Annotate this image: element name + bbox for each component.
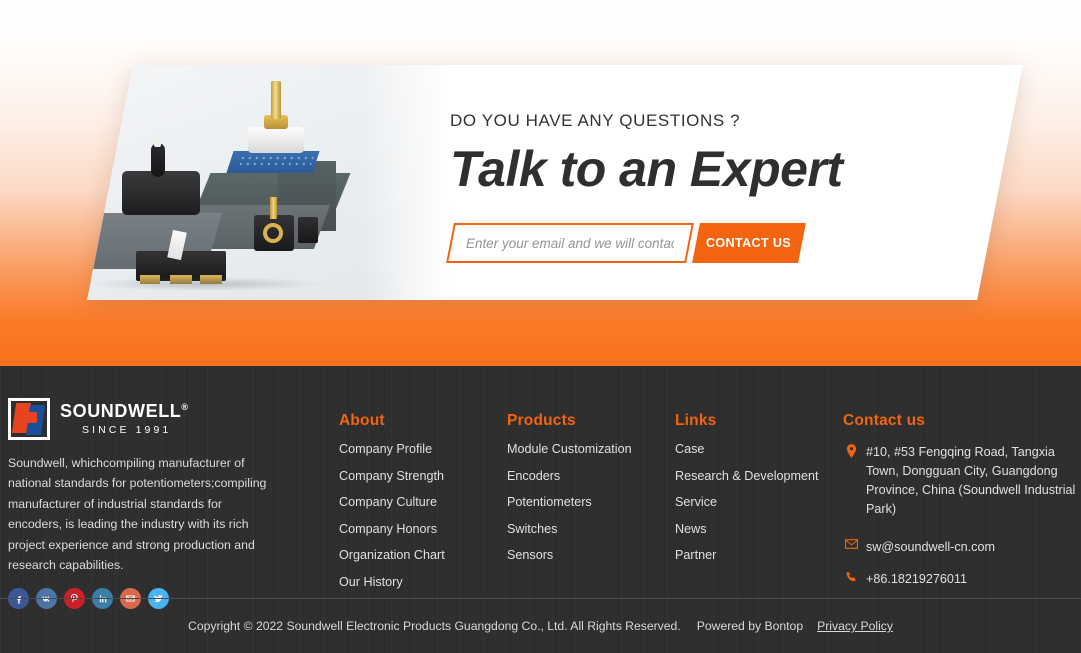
soundwell-logo-icon [8, 398, 50, 440]
brand-description: Soundwell, whichcompiling manufacturer o… [8, 456, 267, 573]
registered-mark: ® [181, 401, 189, 412]
footer-link-service[interactable]: Service [675, 496, 835, 509]
cta-title: Talk to an Expert [450, 141, 843, 197]
cta-eyebrow: DO YOU HAVE ANY QUESTIONS ? [450, 111, 741, 130]
phone-icon [843, 570, 859, 583]
footer-heading-contact: Contact us [843, 412, 926, 429]
footer-heading-links: Links [675, 412, 717, 429]
footer-link-company-honors[interactable]: Company Honors [339, 523, 499, 536]
square-encoder-shaft [270, 197, 277, 219]
white-potentiometer-body [248, 127, 304, 153]
email-input-wrapper[interactable] [446, 223, 694, 263]
envelope-icon [843, 538, 859, 549]
footer-heading-products: Products [507, 412, 576, 429]
black-rotary-switch-knob [151, 143, 165, 177]
black-rotary-switch-body [122, 171, 200, 215]
footer-bottom-bar: Copyright © 2022 Soundwell Electronic Pr… [0, 598, 1081, 653]
contact-us-button-label: CONTACT US [706, 236, 792, 250]
email-input[interactable] [452, 225, 688, 261]
cta-card: DO YOU HAVE ANY QUESTIONS ? Talk to an E… [87, 65, 1023, 300]
gold-potentiometer-shaft [271, 81, 281, 119]
footer-link-case[interactable]: Case [675, 443, 835, 456]
page-root: DO YOU HAVE ANY QUESTIONS ? Talk to an E… [0, 0, 1081, 653]
footer-link-company-profile[interactable]: Company Profile [339, 443, 499, 456]
contact-email[interactable]: sw@soundwell-cn.com [866, 538, 995, 557]
product-shadow [90, 277, 320, 291]
brand-name-text: SOUNDWELL [60, 400, 182, 421]
contact-address-row: #10, #53 Fengqing Road, Tangxia Town, Do… [843, 443, 1081, 520]
copyright-text: Copyright © 2022 Soundwell Electronic Pr… [188, 619, 681, 633]
square-encoder-gold-ring [263, 223, 283, 243]
footer-link-potentiometers[interactable]: Potentiometers [507, 496, 667, 509]
footer-link-news[interactable]: News [675, 523, 835, 536]
map-pin-icon [843, 443, 859, 458]
footer-link-our-history[interactable]: Our History [339, 576, 499, 589]
footer-link-encoders[interactable]: Encoders [507, 469, 667, 483]
footer-link-sensors[interactable]: Sensors [507, 549, 667, 562]
footer-column-products: Products Module Customization Encoders P… [507, 412, 667, 576]
copyright-line: Copyright © 2022 Soundwell Electronic Pr… [188, 619, 893, 633]
footer-column-links: Links Case Research & Development Servic… [675, 412, 835, 576]
footer-link-company-culture[interactable]: Company Culture [339, 496, 499, 509]
footer-column-about: About Company Profile Company Strength C… [339, 412, 499, 603]
footer-brand-column: SOUNDWELL® SINCE 1991 Soundwell, whichco… [8, 398, 278, 610]
cta-text-block: DO YOU HAVE ANY QUESTIONS ? Talk to an E… [450, 111, 970, 197]
footer-heading-about: About [339, 412, 385, 429]
brand-name: SOUNDWELL® [60, 400, 189, 422]
black-rotary-switch-tip [154, 131, 161, 147]
contact-email-row[interactable]: sw@soundwell-cn.com [843, 538, 1081, 557]
contact-us-button[interactable]: CONTACT US [692, 223, 806, 263]
side-component [298, 217, 318, 243]
contact-form: CONTACT US [446, 223, 806, 263]
footer-link-research-development[interactable]: Research & Development [675, 469, 835, 483]
footer-link-company-strength[interactable]: Company Strength [339, 469, 499, 483]
brand-lockup: SOUNDWELL® SINCE 1991 [8, 398, 278, 440]
blue-pcb-pins [235, 155, 315, 169]
footer-column-contact: Contact us #10, #53 Fengqing Road, Tangx… [843, 412, 1081, 602]
contact-phone[interactable]: +86.18219276011 [866, 570, 967, 589]
footer-main: SOUNDWELL® SINCE 1991 Soundwell, whichco… [0, 366, 1081, 610]
brand-since: SINCE 1991 [82, 424, 172, 437]
footer-link-switches[interactable]: Switches [507, 523, 667, 536]
contact-phone-row[interactable]: +86.18219276011 [843, 570, 1081, 589]
cta-section: DO YOU HAVE ANY QUESTIONS ? Talk to an E… [0, 0, 1081, 366]
footer-link-module-customization[interactable]: Module Customization [507, 443, 667, 456]
footer-link-partner[interactable]: Partner [675, 549, 835, 562]
powered-by-text: Powered by Bontop [696, 619, 804, 633]
contact-address: #10, #53 Fengqing Road, Tangxia Town, Do… [866, 445, 1076, 517]
privacy-policy-link[interactable]: Privacy Policy [817, 619, 893, 633]
footer-link-organization-chart[interactable]: Organization Chart [339, 549, 499, 562]
site-footer: SOUNDWELL® SINCE 1991 Soundwell, whichco… [0, 366, 1081, 653]
